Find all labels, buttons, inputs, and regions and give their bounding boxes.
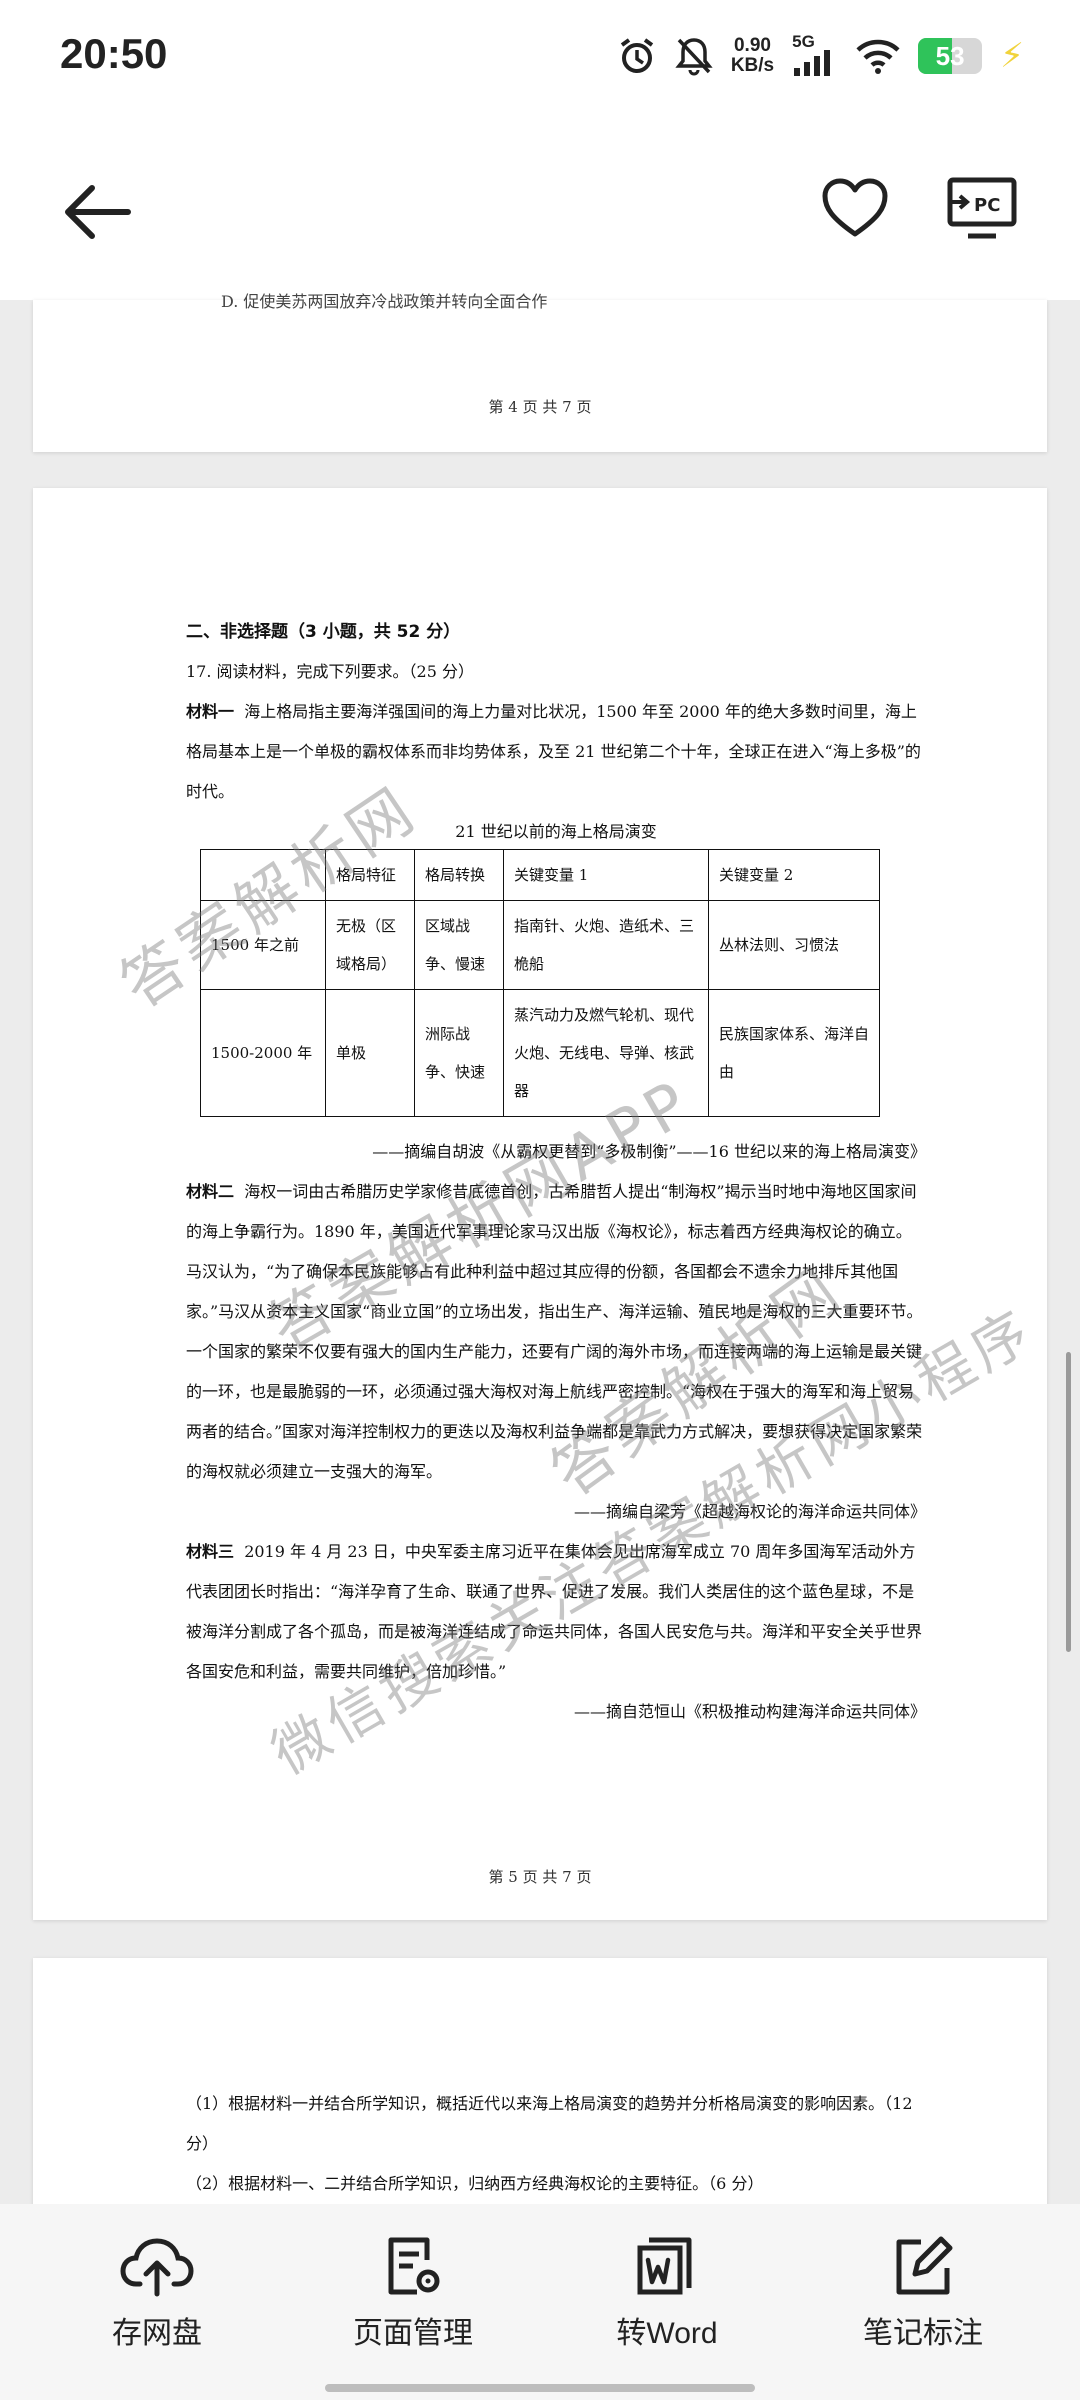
battery-level-text: 53 <box>935 41 965 71</box>
cast-to-pc-icon[interactable]: PC <box>946 174 1018 242</box>
material-3: 材料三 2019 年 4 月 23 日，中央军委主席习近平在集体会见出席海军成立… <box>186 1532 926 1692</box>
page5-materials: ——摘编自胡波《从霸权更替到“多极制衡”——16 世纪以来的海上格局演变》 材料… <box>186 1132 926 1732</box>
table-caption: 21 世纪以前的海上格局演变 <box>455 822 657 841</box>
table-header-row: 格局特征 格局转换 关键变量 1 关键变量 2 <box>200 849 880 901</box>
table-cell: 单极 <box>325 989 415 1117</box>
alarm-icon <box>620 38 653 73</box>
scrollbar-thumb[interactable] <box>1066 1352 1071 1652</box>
bottom-toolbar: 存网盘 页面管理 转Word 笔记标注 <box>0 2204 1080 2400</box>
bell-muted-icon <box>675 38 713 76</box>
wifi-icon <box>856 39 900 74</box>
sea-pattern-table: 格局特征 格局转换 关键变量 1 关键变量 2 1500 年之前 无极（区域格局… <box>200 849 880 1117</box>
material-3-source: ——摘自范恒山《积极推动构建海洋命运共同体》 <box>573 1702 926 1721</box>
document-page-6: （1）根据材料一并结合所学知识，概括近代以来海上格局演变的趋势并分析格局演变的影… <box>33 1958 1047 2218</box>
table-header-cell: 格局特征 <box>325 849 415 901</box>
status-bar: 20:50 0.90 KB/s 5G 53 ⚡ <box>0 0 1080 118</box>
document-page-5: 二、非选择题（3 小题，共 52 分） 17. 阅读材料，完成下列要求。（25 … <box>33 488 1047 1920</box>
status-time: 20:50 <box>60 30 168 77</box>
table-cell: 指南针、火炮、造纸术、三桅船 <box>503 900 709 990</box>
question-17-1: （1）根据材料一并结合所学知识，概括近代以来海上格局演变的趋势并分析格局演变的影… <box>186 2094 913 2153</box>
edit-note-icon <box>896 2236 953 2295</box>
word-doc-icon <box>637 2237 692 2295</box>
page4-footer: 第 4 页 共 7 页 <box>488 398 592 416</box>
table-header-cell <box>200 849 326 901</box>
cloud-upload-icon <box>120 2238 194 2297</box>
material-2: 材料二 海权一词由古希腊历史学家修昔底德首创，古希腊哲人提出“制海权”揭示当时地… <box>186 1172 926 1492</box>
material-2-lead: 材料二 <box>186 1182 235 1201</box>
status-icons: 0.90 KB/s 5G 53 ⚡ <box>617 26 1024 86</box>
table-header-cell: 关键变量 2 <box>708 849 880 901</box>
network-speed-value: 0.90 <box>733 35 771 56</box>
material-2-source: ——摘编自梁芳《超越海权论的海洋命运共同体》 <box>573 1502 926 1521</box>
table-row: 1500 年之前 无极（区域格局） 区域战争、慢速 指南针、火炮、造纸术、三桅船… <box>200 900 880 990</box>
network-speed-unit: KB/s <box>730 55 775 76</box>
svg-text:PC: PC <box>974 195 1000 216</box>
note-annotate-label: 笔记标注 <box>863 2317 983 2350</box>
page-management-label: 页面管理 <box>353 2317 473 2350</box>
signal-5g-icon: 5G <box>792 32 838 76</box>
network-type-label: 5G <box>792 32 815 51</box>
save-to-cloud-label: 存网盘 <box>112 2317 202 2350</box>
section-title: 二、非选择题（3 小题，共 52 分） <box>186 622 461 642</box>
charging-bolt-icon: ⚡ <box>1000 37 1024 75</box>
material-1-text: 海上格局指主要海洋强国间的海上力量对比状况，1500 年至 2000 年的绝大多… <box>186 702 921 801</box>
table-cell: 洲际战争、快速 <box>414 989 504 1117</box>
top-toolbar: PC <box>0 118 1080 300</box>
material-2-text: 海权一词由古希腊历史学家修昔底德首创，古希腊哲人提出“制海权”揭示当时地中海地区… <box>186 1182 923 1481</box>
table-cell: 1500-2000 年 <box>200 989 326 1117</box>
battery-indicator: 53 <box>918 38 983 74</box>
convert-to-word-label: 转Word <box>616 2317 718 2350</box>
table-header-cell: 格局转换 <box>414 849 504 901</box>
table-row: 1500-2000 年 单极 洲际战争、快速 蒸汽动力及燃气轮机、现代火炮、无线… <box>200 989 880 1117</box>
material-3-text: 2019 年 4 月 23 日，中央军委主席习近平在集体会见出席海军成立 70 … <box>186 1542 923 1681</box>
material-1-lead: 材料一 <box>186 702 235 721</box>
material-3-lead: 材料三 <box>186 1542 235 1561</box>
table-cell: 无极（区域格局） <box>325 900 415 990</box>
question-17-2: （2）根据材料一、二并结合所学知识，归纳西方经典海权论的主要特征。（6 分） <box>186 2174 764 2193</box>
page5-footer: 第 5 页 共 7 页 <box>488 1868 592 1886</box>
page6-questions: （1）根据材料一并结合所学知识，概括近代以来海上格局演变的趋势并分析格局演变的影… <box>186 2084 926 2204</box>
note-annotate-button[interactable]: 笔记标注 <box>833 2234 1013 2352</box>
table-cell: 区域战争、慢速 <box>414 900 504 990</box>
home-indicator[interactable] <box>325 2384 755 2392</box>
page-settings-icon <box>388 2237 440 2295</box>
heart-icon[interactable] <box>820 176 890 240</box>
material-1: 材料一 海上格局指主要海洋强国间的海上力量对比状况，1500 年至 2000 年… <box>186 692 926 812</box>
table-cell: 1500 年之前 <box>200 900 326 990</box>
material-1-source: ——摘编自胡波《从霸权更替到“多极制衡”——16 世纪以来的海上格局演变》 <box>372 1142 926 1161</box>
table-cell: 蒸汽动力及燃气轮机、现代火炮、无线电、导弹、核武器 <box>503 989 709 1117</box>
save-to-cloud-button[interactable]: 存网盘 <box>67 2234 247 2352</box>
question-17: 17. 阅读材料，完成下列要求。（25 分） <box>186 662 474 681</box>
document-page-4: D. 促使美苏两国放弃冷战政策并转向全面合作 第 4 页 共 7 页 <box>33 292 1047 452</box>
page5-section-header: 二、非选择题（3 小题，共 52 分） 17. 阅读材料，完成下列要求。（25 … <box>186 612 926 852</box>
page4-cut-option-line: D. 促使美苏两国放弃冷战政策并转向全面合作 <box>221 292 548 311</box>
back-arrow-icon[interactable] <box>58 180 134 244</box>
network-speed: 0.90 KB/s <box>731 36 774 76</box>
table-cell: 民族国家体系、海洋自由 <box>708 989 880 1117</box>
page-management-button[interactable]: 页面管理 <box>323 2234 503 2352</box>
table-header-cell: 关键变量 1 <box>503 849 709 901</box>
convert-to-word-button[interactable]: 转Word <box>577 2234 757 2352</box>
table-cell: 丛林法则、习惯法 <box>708 900 880 990</box>
